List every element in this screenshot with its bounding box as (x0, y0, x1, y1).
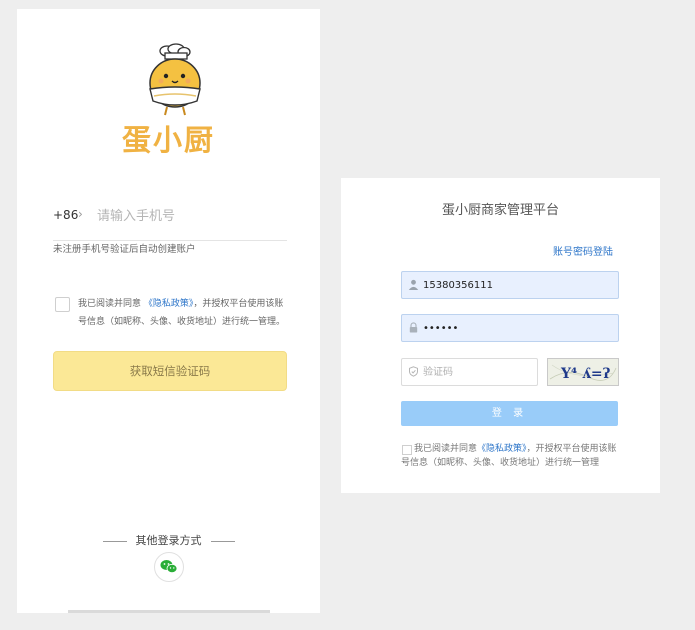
mobile-login-screen: 蛋小厨 +86 › 未注册手机号验证后自动创建账户 我已阅读并同意 《隐私政策》… (17, 9, 320, 613)
divider-line (210, 540, 235, 542)
username-input[interactable] (423, 275, 608, 295)
phone-number-input[interactable] (97, 205, 277, 227)
divider-line (102, 540, 127, 542)
privacy-policy-link[interactable]: 《隐私政策》 (477, 444, 527, 454)
mascot-logo-icon (149, 43, 201, 116)
privacy-policy-link[interactable]: 《隐私政策》 (144, 299, 194, 309)
country-code-selector[interactable]: +86 (53, 208, 78, 222)
account-password-login-link[interactable]: 账号密码登陆 (553, 243, 613, 258)
username-field[interactable] (401, 271, 619, 299)
captcha-image[interactable]: Y⁴ ʎ=ʔ (547, 358, 619, 386)
captcha-input[interactable] (423, 362, 531, 382)
agreement-text: 我已阅读并同意《隐私政策》，开授权平台使用该账号信息（如昵称、头像、收货地址）进… (401, 442, 621, 470)
unregistered-hint: 未注册手机号验证后自动创建账户 (53, 244, 196, 255)
brand-name: 蛋小厨 (121, 123, 215, 157)
chevron-right-icon[interactable]: › (78, 207, 83, 221)
agreement-checkbox[interactable] (402, 445, 412, 455)
login-button[interactable]: 登 录 (401, 401, 618, 426)
wechat-icon (160, 560, 178, 574)
shield-icon (409, 366, 418, 377)
agreement-text: 我已阅读并同意 《隐私政策》，并授权平台使用该账号信息（如昵称、头像、收货地址）… (78, 295, 290, 331)
captcha-text: Y⁴ ʎ=ʔ (560, 366, 611, 382)
lock-icon (409, 322, 418, 333)
password-input[interactable] (423, 318, 608, 338)
user-icon (408, 279, 419, 290)
password-field[interactable] (401, 314, 619, 342)
admin-login-panel: 蛋小厨商家管理平台 账号密码登陆 Y⁴ ʎ=ʔ 登 录 我已阅读并同意《隐私政策… (341, 178, 660, 493)
other-login-divider: 其他登录方式 (17, 532, 320, 548)
home-indicator (68, 610, 270, 613)
get-sms-code-button[interactable]: 获取短信验证码 (53, 351, 287, 391)
captcha-field[interactable] (401, 358, 538, 386)
other-login-label: 其他登录方式 (135, 534, 202, 547)
phone-input-row: +86 › (53, 205, 287, 241)
agreement-prefix: 我已阅读并同意 (78, 299, 142, 309)
agreement-prefix: 我已阅读并同意 (414, 444, 478, 454)
agreement-checkbox[interactable] (55, 297, 70, 312)
wechat-login-button[interactable] (154, 552, 184, 582)
admin-title: 蛋小厨商家管理平台 (441, 203, 559, 218)
